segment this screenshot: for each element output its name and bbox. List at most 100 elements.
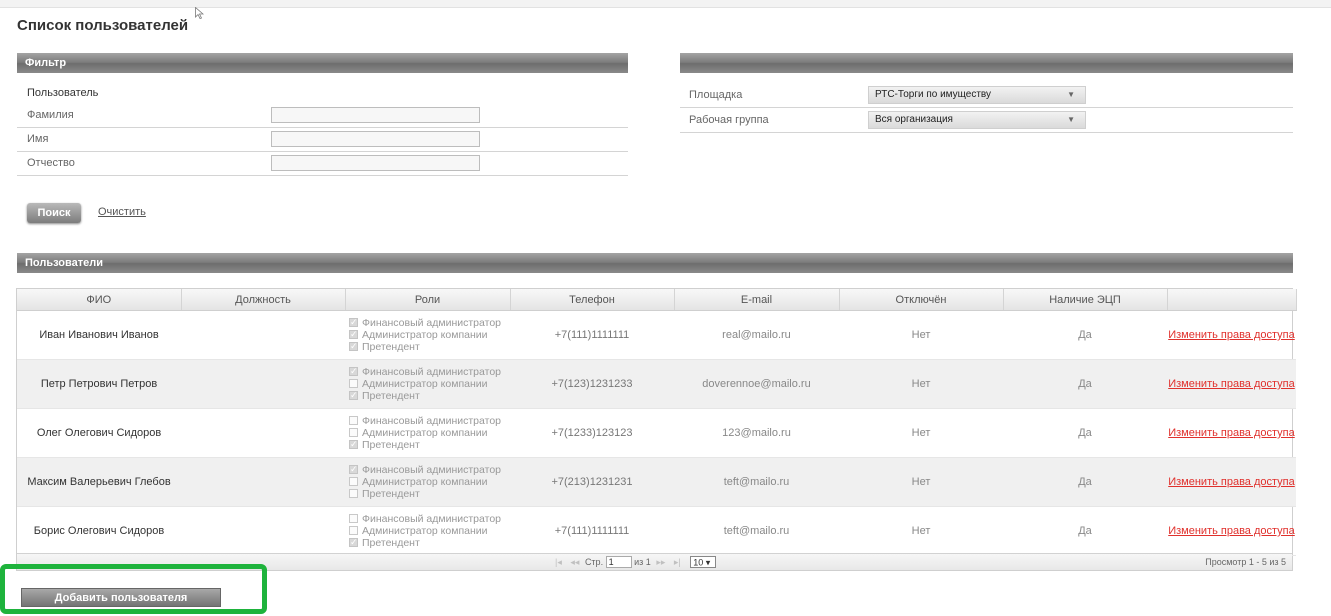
- role-checkbox[interactable]: [349, 514, 358, 523]
- page-number-input[interactable]: 1: [605, 556, 632, 568]
- patronymic-label: Отчество: [27, 157, 75, 169]
- column-header-fio[interactable]: ФИО: [17, 289, 182, 311]
- total-pages: 1: [645, 557, 651, 567]
- cell-position: [181, 506, 345, 556]
- role-item: Претендент: [349, 488, 510, 500]
- role-label: Финансовый администратор: [362, 317, 501, 329]
- add-user-button[interactable]: Добавить пользователя: [21, 588, 221, 607]
- role-checkbox[interactable]: [349, 463, 358, 475]
- cell-actions: Изменить права доступа: [1167, 359, 1296, 409]
- page-size-select[interactable]: 10 ▾: [690, 556, 717, 568]
- role-item: Администратор компании: [349, 427, 510, 439]
- column-header-phone[interactable]: Телефон: [510, 289, 675, 311]
- cell-email: teft@mailo.ru: [674, 506, 839, 556]
- role-item: Администратор компании: [349, 378, 510, 390]
- platform-label: Площадка: [689, 89, 743, 101]
- role-item: Финансовый администратор: [349, 513, 510, 525]
- role-checkbox[interactable]: [349, 438, 358, 450]
- role-item: Претендент: [349, 536, 510, 549]
- cell-position: [181, 359, 345, 409]
- role-label: Претендент: [362, 390, 420, 402]
- cell-email: 123@mailo.ru: [674, 408, 839, 458]
- role-checkbox[interactable]: [349, 489, 358, 498]
- records-info: Просмотр 1 - 5 из 5: [1205, 557, 1286, 567]
- role-checkbox[interactable]: [349, 328, 358, 340]
- cell-phone: +7(213)1231231: [510, 457, 674, 507]
- column-header-roles[interactable]: Роли: [345, 289, 511, 311]
- column-header-actions: [1167, 289, 1297, 311]
- role-item: Претендент: [349, 340, 510, 353]
- user-section-label: Пользователь: [27, 87, 99, 99]
- role-checkbox[interactable]: [349, 526, 358, 535]
- cell-roles: Финансовый администраторАдминистратор ко…: [345, 506, 510, 556]
- role-item: Финансовый администратор: [349, 463, 510, 476]
- cell-email: real@mailo.ru: [674, 310, 839, 360]
- cell-eds: Да: [1003, 457, 1167, 507]
- settings-header: [680, 53, 1293, 73]
- role-label: Финансовый администратор: [362, 464, 501, 476]
- column-header-disabled[interactable]: Отключён: [839, 289, 1004, 311]
- cell-eds: Да: [1003, 310, 1167, 360]
- role-label: Администратор компании: [362, 427, 488, 439]
- role-label: Претендент: [362, 439, 420, 451]
- firstname-row: Имя: [17, 128, 628, 152]
- cell-eds: Да: [1003, 359, 1167, 409]
- role-label: Администратор компании: [362, 476, 488, 488]
- role-label: Администратор компании: [362, 378, 488, 390]
- search-button[interactable]: Поиск: [27, 203, 81, 223]
- edit-access-link[interactable]: Изменить права доступа: [1168, 427, 1295, 439]
- first-page-icon[interactable]: |◂: [555, 557, 562, 567]
- firstname-input[interactable]: [271, 131, 480, 147]
- role-checkbox[interactable]: [349, 365, 358, 377]
- cell-actions: Изменить права доступа: [1167, 457, 1296, 507]
- workgroup-select[interactable]: Вся организация ▼: [868, 111, 1086, 129]
- column-header-email[interactable]: E-mail: [674, 289, 840, 311]
- role-checkbox[interactable]: [349, 379, 358, 388]
- platform-row: Площадка РТС-Торги по имуществу ▼: [680, 83, 1293, 108]
- column-header-position[interactable]: Должность: [181, 289, 346, 311]
- cell-position: [181, 457, 345, 507]
- cell-phone: +7(111)1111111: [510, 506, 674, 556]
- cell-email: teft@mailo.ru: [674, 457, 839, 507]
- role-checkbox[interactable]: [349, 428, 358, 437]
- lastname-input[interactable]: [271, 107, 480, 123]
- cell-position: [181, 310, 345, 360]
- mouse-cursor-icon: [195, 7, 204, 19]
- clear-link[interactable]: Очистить: [98, 206, 146, 218]
- role-label: Претендент: [362, 341, 420, 353]
- lastname-row: Фамилия: [17, 104, 628, 128]
- role-checkbox[interactable]: [349, 316, 358, 328]
- role-checkbox[interactable]: [349, 536, 358, 548]
- of-label: из: [634, 557, 644, 567]
- edit-access-link[interactable]: Изменить права доступа: [1168, 476, 1295, 488]
- edit-access-link[interactable]: Изменить права доступа: [1168, 525, 1295, 537]
- chevron-down-icon: ▼: [1067, 115, 1075, 124]
- table-row: Борис Олегович Сидоров Финансовый админис…: [17, 506, 1296, 556]
- patronymic-input[interactable]: [271, 155, 480, 171]
- edit-access-link[interactable]: Изменить права доступа: [1168, 329, 1295, 341]
- cell-position: [181, 408, 345, 458]
- column-header-eds[interactable]: Наличие ЭЦП: [1003, 289, 1168, 311]
- platform-select[interactable]: РТС-Торги по имуществу ▼: [868, 86, 1086, 104]
- role-checkbox[interactable]: [349, 389, 358, 401]
- role-item: Администратор компании: [349, 476, 510, 488]
- cell-disabled: Нет: [839, 310, 1003, 360]
- cell-disabled: Нет: [839, 408, 1003, 458]
- cell-actions: Изменить права доступа: [1167, 506, 1296, 556]
- role-label: Финансовый администратор: [362, 415, 501, 427]
- role-checkbox[interactable]: [349, 340, 358, 352]
- edit-access-link[interactable]: Изменить права доступа: [1168, 378, 1295, 390]
- table-header-row: ФИО Должность Роли Телефон E-mail Отключ…: [17, 289, 1297, 311]
- cell-eds: Да: [1003, 408, 1167, 458]
- role-checkbox[interactable]: [349, 416, 358, 425]
- next-page-icon[interactable]: ▸▸: [656, 557, 665, 567]
- role-label: Администратор компании: [362, 525, 488, 537]
- role-item: Финансовый администратор: [349, 316, 510, 329]
- role-checkbox[interactable]: [349, 477, 358, 486]
- cell-roles: Финансовый администраторАдминистратор ко…: [345, 359, 510, 409]
- lastname-label: Фамилия: [27, 109, 74, 121]
- chevron-down-icon: ▾: [705, 557, 711, 568]
- last-page-icon[interactable]: ▸|: [674, 557, 681, 567]
- prev-page-icon[interactable]: ◂◂: [570, 557, 579, 567]
- role-item: Администратор компании: [349, 525, 510, 537]
